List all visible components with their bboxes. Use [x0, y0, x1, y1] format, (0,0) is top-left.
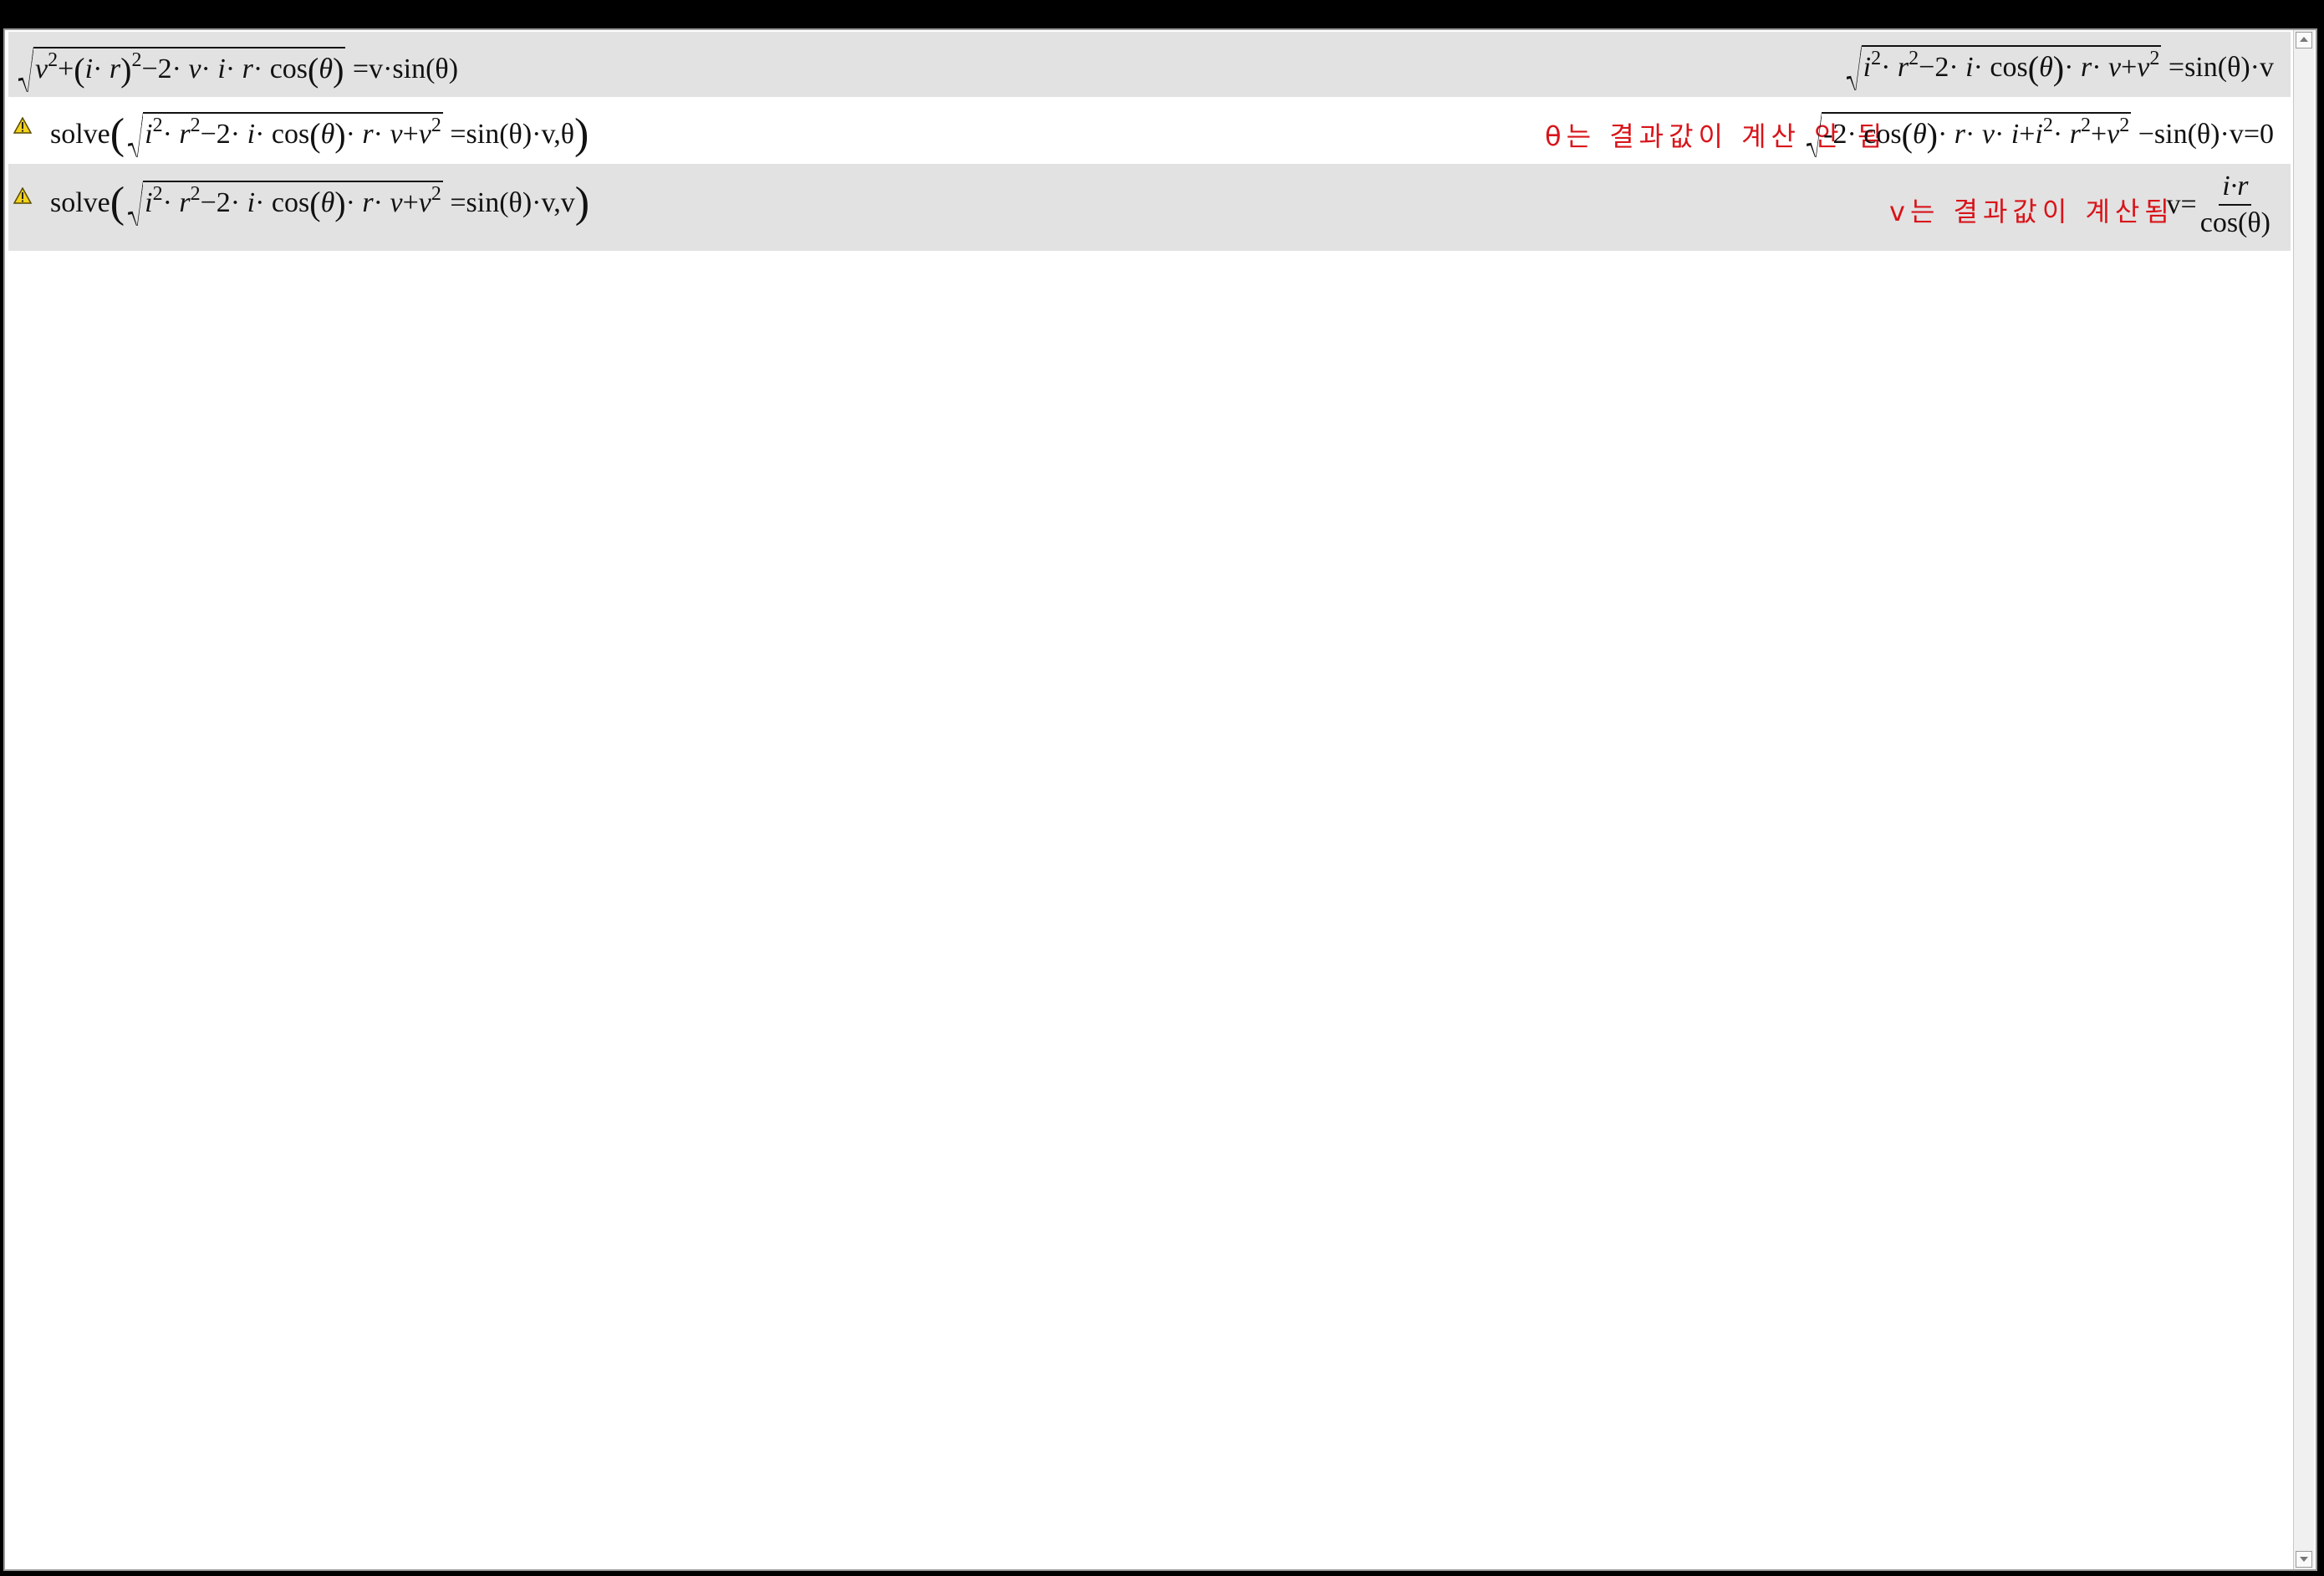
fraction-numerator: i·r	[2219, 172, 2252, 206]
fraction-denominator: cos(θ)	[2199, 207, 2270, 238]
scroll-down-arrow-icon[interactable]	[2296, 1551, 2312, 1568]
warning-icon	[13, 117, 32, 134]
history-row-3[interactable]: solve(i2· r2−2· i· cos(θ)· r· v+v2 =sin(…	[8, 164, 2291, 251]
output-lhs: v=	[2166, 189, 2197, 220]
sqrt-content: i2· r2−2· i· cos(θ)· r· v+v2	[143, 181, 443, 221]
sqrt-content: -2· cos(θ)· r· v· i+i2· r2+v2	[1822, 112, 2132, 152]
input-rhs: =sin(θ)·v,θ	[450, 119, 575, 150]
history-row-1[interactable]: v2+(i· r)2−2· v· i· r· cos(θ) =v·sin(θ) …	[8, 32, 2291, 97]
sqrt-symbol: i2· r2−2· i· cos(θ)· r· v+v2	[1843, 45, 2162, 85]
sqrt-content: i2· r2−2· i· cos(θ)· r· v+v2	[143, 112, 443, 152]
output-rhs: −sin(θ)·v=0	[2138, 119, 2274, 150]
solve-function: solve	[50, 187, 110, 218]
sqrt-content: v2+(i· r)2−2· v· i· r· cos(θ)	[33, 47, 346, 87]
fraction: i·r cos(θ)	[2197, 172, 2274, 237]
warning-icon	[13, 187, 32, 204]
calculator-window: v2+(i· r)2−2· v· i· r· cos(θ) =v·sin(θ) …	[3, 28, 2317, 1571]
sqrt-symbol: i2· r2−2· i· cos(θ)· r· v+v2	[125, 181, 443, 221]
output-expression-3[interactable]: v= i·r cos(θ)	[2167, 172, 2274, 237]
solve-function: solve	[50, 119, 110, 150]
vertical-scrollbar[interactable]	[2293, 30, 2314, 1569]
sqrt-symbol: v2+(i· r)2−2· v· i· r· cos(θ)	[15, 47, 346, 87]
scroll-up-arrow-icon[interactable]	[2296, 32, 2312, 48]
input-rhs: =v·sin(θ)	[352, 54, 459, 84]
sqrt-content: i2· r2−2· i· cos(θ)· r· v+v2	[1861, 45, 2162, 85]
input-expression-2[interactable]: solve(i2· r2−2· i· cos(θ)· r· v+v2 =sin(…	[50, 112, 589, 156]
input-expression-1[interactable]: v2+(i· r)2−2· v· i· r· cos(θ) =v·sin(θ)	[15, 47, 458, 87]
output-expression-2[interactable]: -2· cos(θ)· r· v· i+i2· r2+v2 −sin(θ)·v=…	[1803, 112, 2274, 152]
annotation-note: v는 결과값이 계산됨	[1889, 196, 2174, 227]
sqrt-symbol: -2· cos(θ)· r· v· i+i2· r2+v2	[1803, 112, 2132, 152]
input-rhs: =sin(θ)·v,v	[450, 187, 575, 218]
output-expression-1[interactable]: i2· r2−2· i· cos(θ)· r· v+v2 =sin(θ)·v	[1843, 45, 2274, 85]
output-rhs: =sin(θ)·v	[2168, 52, 2274, 83]
history-row-2[interactable]: solve(i2· r2−2· i· cos(θ)· r· v+v2 =sin(…	[8, 97, 2291, 164]
input-expression-3[interactable]: solve(i2· r2−2· i· cos(θ)· r· v+v2 =sin(…	[50, 181, 589, 225]
sqrt-symbol: i2· r2−2· i· cos(θ)· r· v+v2	[125, 112, 443, 152]
